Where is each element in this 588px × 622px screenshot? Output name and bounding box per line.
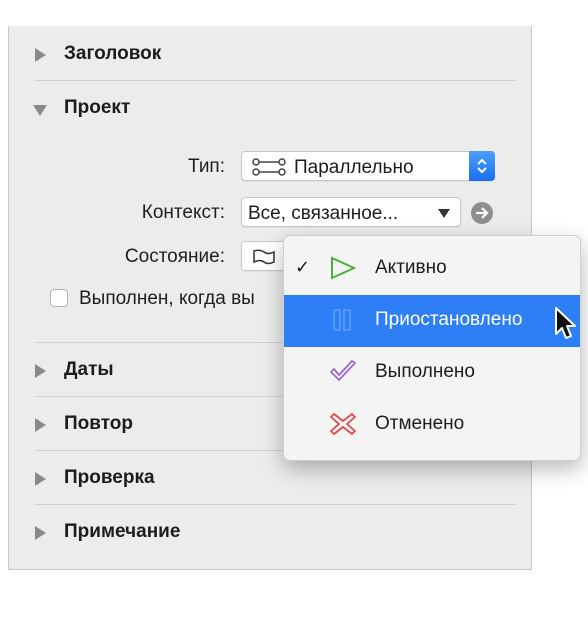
section-review-header[interactable]: Проверка: [9, 458, 533, 498]
status-menu: ✓ Активно Приостановлено Выполнено Отмен…: [283, 235, 581, 461]
context-combo[interactable]: Все, связанное...: [241, 197, 461, 227]
disclosure-triangle-icon[interactable]: [35, 48, 46, 62]
state-label: Состояние:: [124, 246, 225, 267]
menu-item-label: Отменено: [375, 413, 465, 434]
section-repeat-label: Повтор: [64, 413, 133, 434]
type-popup[interactable]: Параллельно: [241, 151, 495, 181]
mouse-pointer-icon: [555, 307, 576, 339]
popup-stepper-icon[interactable]: [469, 151, 495, 181]
dropdown-arrow-icon[interactable]: [438, 209, 450, 218]
menu-item-label: Активно: [375, 257, 447, 278]
menu-item-active[interactable]: ✓ Активно: [284, 243, 580, 295]
menu-item-label: Выполнено: [375, 361, 475, 382]
parallel-icon: [252, 158, 286, 176]
section-title-header[interactable]: Заголовок: [9, 34, 533, 74]
go-to-arrow-icon[interactable]: [470, 201, 494, 225]
type-value: Параллельно: [294, 157, 414, 178]
flag-icon: [253, 249, 275, 265]
checkmark-selected-icon: ✓: [295, 257, 311, 277]
cancel-x-icon: [330, 413, 356, 435]
context-label: Контекст:: [141, 202, 225, 223]
menu-item-paused[interactable]: Приостановлено: [284, 295, 580, 347]
section-separator: [35, 504, 515, 505]
completed-checkbox-label: Выполнен, когда вы: [79, 288, 255, 309]
menu-item-canceled[interactable]: Отменено: [284, 399, 580, 451]
pause-icon: [333, 309, 351, 331]
menu-item-completed[interactable]: Выполнено: [284, 347, 580, 399]
section-dates-label: Даты: [64, 359, 114, 380]
section-project-header[interactable]: Проект: [9, 88, 533, 128]
disclosure-triangle-open-icon[interactable]: [33, 105, 47, 116]
menu-item-label: Приостановлено: [375, 309, 523, 330]
section-note-label: Примечание: [64, 521, 181, 542]
context-value: Все, связанное...: [248, 203, 399, 224]
play-triangle-icon: [331, 256, 357, 280]
disclosure-triangle-icon[interactable]: [35, 472, 46, 486]
section-title-label: Заголовок: [64, 43, 162, 64]
disclosure-triangle-icon[interactable]: [35, 364, 46, 378]
checkmark-icon: [330, 360, 356, 381]
section-project-label: Проект: [64, 97, 131, 118]
type-label: Тип:: [188, 156, 225, 177]
disclosure-triangle-icon[interactable]: [35, 418, 46, 432]
section-note-header[interactable]: Примечание: [9, 512, 533, 552]
completed-checkbox[interactable]: [50, 289, 68, 307]
section-review-label: Проверка: [64, 467, 155, 488]
disclosure-triangle-icon[interactable]: [35, 526, 46, 540]
section-separator: [35, 80, 515, 81]
